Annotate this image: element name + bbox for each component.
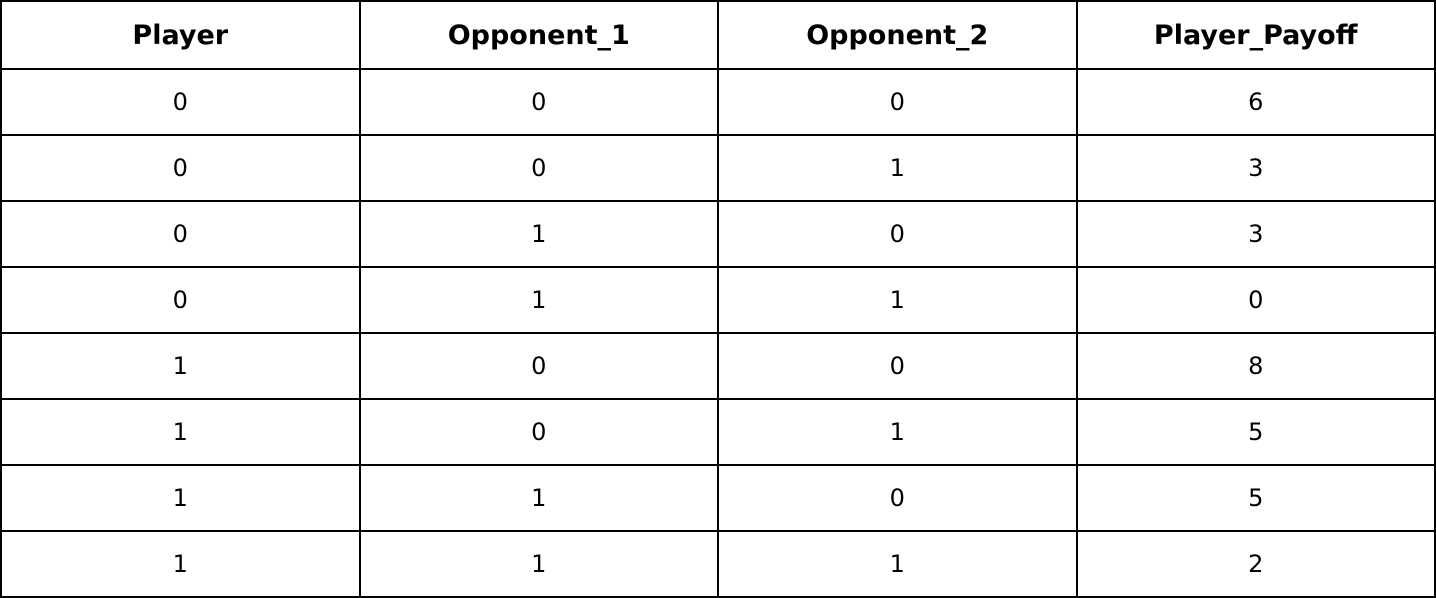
header-row: Player Opponent_1 Opponent_2 Player_Payo… [0, 0, 1436, 70]
table-cell: 0 [717, 200, 1078, 268]
header-opponent-2: Opponent_2 [717, 0, 1078, 70]
table-cell: 5 [1075, 464, 1436, 532]
header-opponent-1: Opponent_1 [358, 0, 719, 70]
table-row: 0 1 1 0 [0, 266, 1436, 334]
table-cell: 1 [717, 398, 1078, 466]
table-row: 1 0 1 5 [0, 398, 1436, 466]
table-cell: 1 [717, 134, 1078, 202]
table-cell: 3 [1075, 200, 1436, 268]
table-row: 1 1 0 5 [0, 464, 1436, 532]
table-cell: 0 [717, 332, 1078, 400]
table-cell: 2 [1075, 530, 1436, 598]
table-cell: 8 [1075, 332, 1436, 400]
table-cell: 1 [358, 266, 719, 334]
table-cell: 0 [0, 134, 361, 202]
table-cell: 3 [1075, 134, 1436, 202]
payoff-table-container: Player Opponent_1 Opponent_2 Player_Payo… [0, 0, 1436, 598]
table-cell: 0 [717, 68, 1078, 136]
table-cell: 1 [358, 464, 719, 532]
table-cell: 0 [0, 266, 361, 334]
table-cell: 1 [0, 398, 361, 466]
table-row: 0 0 0 6 [0, 68, 1436, 136]
table-cell: 6 [1075, 68, 1436, 136]
table-cell: 0 [358, 398, 719, 466]
table-cell: 0 [0, 200, 361, 268]
table-cell: 0 [717, 464, 1078, 532]
table-cell: 0 [358, 134, 719, 202]
table-cell: 0 [1075, 266, 1436, 334]
header-player-payoff: Player_Payoff [1075, 0, 1436, 70]
table-cell: 1 [358, 200, 719, 268]
table-row: 1 1 1 2 [0, 530, 1436, 598]
table-cell: 1 [0, 530, 361, 598]
table-cell: 1 [0, 332, 361, 400]
table-cell: 0 [358, 68, 719, 136]
payoff-table: Player Opponent_1 Opponent_2 Player_Payo… [0, 0, 1436, 598]
table-cell: 0 [0, 68, 361, 136]
table-cell: 0 [358, 332, 719, 400]
table-cell: 1 [717, 266, 1078, 334]
table-cell: 1 [717, 530, 1078, 598]
table-cell: 5 [1075, 398, 1436, 466]
table-row: 0 0 1 3 [0, 134, 1436, 202]
table-cell: 1 [358, 530, 719, 598]
table-row: 0 1 0 3 [0, 200, 1436, 268]
header-player: Player [0, 0, 361, 70]
table-cell: 1 [0, 464, 361, 532]
table-row: 1 0 0 8 [0, 332, 1436, 400]
